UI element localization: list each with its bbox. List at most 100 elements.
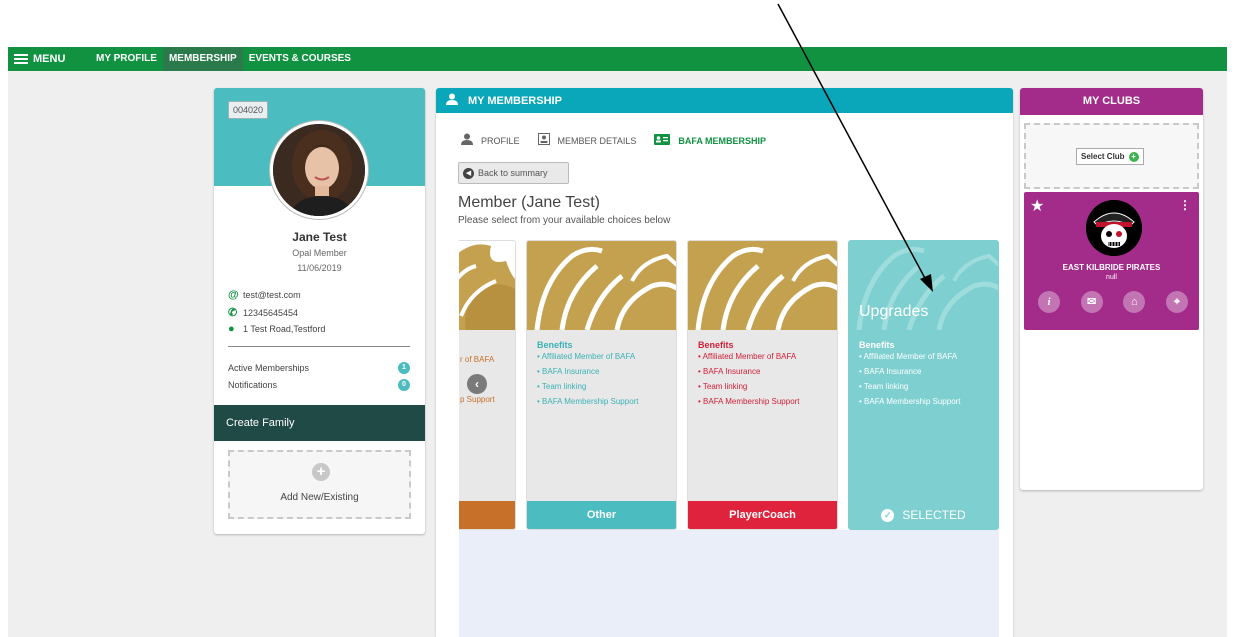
tab-bafa-membership-label: BAFA MEMBERSHIP	[678, 135, 767, 146]
add-new-label: Add New/Existing	[280, 492, 359, 503]
card-upgrades-benefits-heading: Benefits	[859, 340, 895, 350]
lion-logo-icon	[688, 241, 837, 330]
back-to-summary-button[interactable]: ◀ Back to summary	[458, 162, 569, 184]
card-other-benefit-3: Team linking	[541, 382, 587, 391]
tab-profile[interactable]: PROFILE	[461, 133, 520, 148]
nav-events-courses[interactable]: EVENTS & COURSES	[243, 47, 357, 71]
membership-header: MY MEMBERSHIP	[436, 88, 1013, 113]
id-card-icon	[537, 133, 550, 148]
map-pin-icon[interactable]: ⌖	[1165, 291, 1188, 313]
arrow-left-icon: ◀	[463, 167, 474, 179]
card-upgrades-benefit-2: BAFA Insurance	[864, 367, 922, 376]
address-text: 1 Test Road,Testford	[243, 324, 326, 334]
notifications-row[interactable]: Notifications 0	[228, 379, 410, 391]
tab-member-details-label: MEMBER DETAILS	[557, 135, 637, 146]
star-icon[interactable]: ★	[1030, 196, 1044, 216]
card-playercoach-benefit-2: BAFA Insurance	[703, 367, 761, 376]
notifications-badge: 0	[398, 379, 410, 391]
info-icon[interactable]: i	[1038, 291, 1060, 313]
membership-card-playercoach[interactable]: Benefits • Affiliated Member of BAFA • B…	[687, 240, 838, 530]
card-upgrades-title: Upgrades	[859, 303, 929, 320]
card-other-benefit-4: BAFA Membership Support	[542, 397, 639, 406]
club-card[interactable]: ★ ⋮ EAST KILBRIDE PIRATES null i ✉ ⌂ ⌖	[1024, 192, 1199, 330]
menu-label: MENU	[33, 53, 66, 65]
card-other-benefits-heading: Benefits	[537, 340, 573, 350]
select-club-box: Select Club +	[1024, 123, 1199, 189]
club-name: EAST KILBRIDE PIRATES	[1062, 263, 1161, 272]
location-pin-icon: ●	[228, 323, 235, 335]
top-navbar: MENU MY PROFILE MEMBERSHIP EVENTS & COUR…	[8, 47, 1227, 71]
select-club-button[interactable]: Select Club +	[1076, 148, 1144, 165]
my-clubs-header: MY CLUBS	[1020, 88, 1203, 115]
partial-card-footer[interactable]	[459, 501, 515, 529]
card-other-benefit-2: BAFA Insurance	[542, 367, 600, 376]
profile-email: @ test@test.com	[228, 289, 301, 301]
select-club-label: Select Club	[1081, 152, 1125, 161]
member-id-badge: 004020	[228, 101, 269, 119]
divider	[228, 346, 410, 347]
card-upgrades-benefit-1: Affiliated Member of BAFA	[863, 352, 958, 361]
profile-date: 11/06/2019	[297, 263, 342, 273]
active-memberships-row[interactable]: Active Memberships 1	[228, 362, 410, 374]
card-playercoach-benefits-heading: Benefits	[698, 340, 734, 350]
create-family-header: Create Family	[214, 405, 425, 441]
membership-title: Member (Jane Test)	[458, 194, 600, 211]
card-playercoach-footer[interactable]: PlayerCoach	[688, 501, 837, 529]
notifications-label: Notifications	[228, 380, 278, 390]
club-logo	[1086, 200, 1142, 256]
phone-icon: ✆	[228, 307, 238, 319]
active-memberships-label: Active Memberships	[228, 363, 310, 373]
membership-detail-area	[459, 530, 999, 637]
at-icon: @	[228, 289, 239, 301]
card-upgrades-benefit-4: BAFA Membership Support	[864, 397, 961, 406]
membership-card-other[interactable]: Benefits • Affiliated Member of BAFA • B…	[526, 240, 677, 530]
user-icon	[461, 133, 473, 148]
tab-member-details[interactable]: MEMBER DETAILS	[537, 133, 637, 148]
avatar[interactable]	[270, 121, 368, 219]
partial-benefit-2: p Support	[460, 395, 495, 404]
profile-address: ● 1 Test Road,Testford	[228, 323, 325, 335]
card-playercoach-benefit-4: BAFA Membership Support	[703, 397, 800, 406]
plus-icon: +	[312, 463, 330, 481]
profile-card: 004020 Jane Test Opal Member 11/06/2019 …	[214, 88, 425, 534]
avatar-photo-icon	[273, 124, 365, 216]
membership-card-upgrades[interactable]: Upgrades Benefits • Affiliated Member of…	[848, 240, 999, 530]
card-upgrades-benefit-3: Team linking	[863, 382, 909, 391]
back-to-summary-label: Back to summary	[478, 168, 548, 178]
my-clubs-panel: MY CLUBS Select Club + ★ ⋮ EAST KILBRIDE…	[1020, 88, 1203, 490]
membership-panel: MY MEMBERSHIP PROFILE MEMBER DETAILS BAF…	[436, 88, 1013, 637]
card-upgrades-footer[interactable]: ✓ SELECTED	[849, 501, 998, 529]
menu-button[interactable]: MENU	[8, 53, 90, 65]
membership-cards-carousel: r of BAFA p Support ‹ Benefits • Affilia…	[459, 240, 999, 530]
email-text: test@test.com	[243, 290, 301, 300]
plus-icon: +	[1128, 151, 1139, 162]
profile-phone: ✆ 12345645454	[228, 306, 298, 319]
card-playercoach-benefit-3: Team linking	[702, 382, 748, 391]
nav-my-profile[interactable]: MY PROFILE	[90, 47, 163, 71]
home-icon[interactable]: ⌂	[1123, 291, 1146, 313]
pirate-skull-icon	[1086, 200, 1142, 256]
profile-level: Opal Member	[292, 248, 347, 258]
active-memberships-badge: 1	[398, 362, 410, 374]
user-icon	[446, 93, 458, 108]
hamburger-icon	[14, 54, 28, 64]
add-family-member-box[interactable]: + Add New/Existing	[228, 450, 411, 519]
chevron-left-icon[interactable]: ‹	[467, 374, 487, 394]
membership-tabs: PROFILE MEMBER DETAILS BAFA MEMBERSHIP	[461, 133, 784, 148]
card-other-footer[interactable]: Other	[527, 501, 676, 529]
tab-bafa-membership[interactable]: BAFA MEMBERSHIP	[654, 133, 767, 148]
club-subtitle: null	[1106, 274, 1117, 281]
more-options-icon[interactable]: ⋮	[1179, 198, 1191, 212]
partial-benefit-1: r of BAFA	[460, 355, 495, 364]
check-circle-icon: ✓	[881, 508, 895, 522]
nav-membership[interactable]: MEMBERSHIP	[162, 47, 243, 71]
mail-icon[interactable]: ✉	[1080, 291, 1103, 313]
lion-logo-icon	[527, 241, 676, 330]
card-playercoach-benefit-1: Affiliated Member of BAFA	[702, 352, 797, 361]
selected-label: SELECTED	[902, 508, 966, 522]
card-other-benefit-1: Affiliated Member of BAFA	[541, 352, 636, 361]
club-actions: i ✉ ⌂ ⌖	[1038, 291, 1188, 313]
profile-name: Jane Test	[292, 230, 347, 244]
membership-card-icon	[654, 133, 671, 148]
tab-profile-label: PROFILE	[481, 135, 520, 146]
